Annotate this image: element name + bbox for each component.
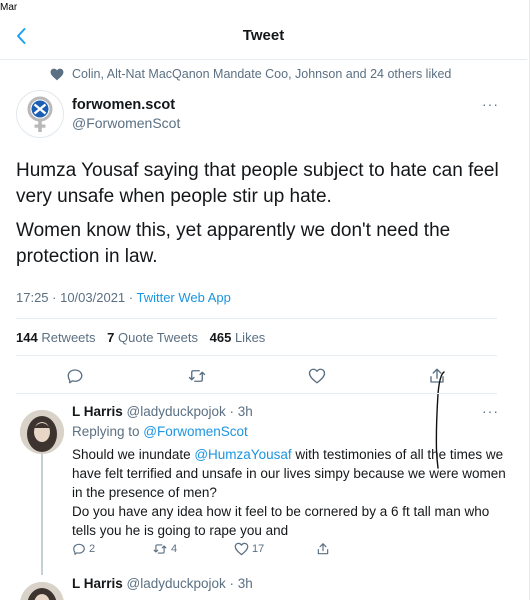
reply-header[interactable]: L Harris @ladyduckpojok · 3h (72, 404, 253, 419)
tweet-text-paragraph-1: Humza Yousaf saying that people subject … (16, 160, 499, 207)
reply-reply-button[interactable]: 2 (72, 541, 95, 557)
user-photo-icon (20, 582, 64, 600)
likes-count: 465 (209, 330, 232, 345)
mention-link[interactable]: @HumzaYousaf (194, 447, 291, 462)
user-photo-icon (20, 410, 64, 454)
retweets-count: 144 (16, 330, 38, 345)
status-bar-time: Mar (0, 2, 18, 13)
reply-handle-time: @ladyduckpojok · 3h (126, 404, 253, 419)
retweets-stat[interactable]: 144 Retweets (16, 330, 96, 345)
reply-like-button[interactable]: 17 (234, 541, 264, 557)
tweet-meta: 17:25 · 10/03/2021 · Twitter Web App (16, 290, 231, 305)
heart-icon (308, 368, 326, 384)
divider (16, 355, 497, 356)
retweets-label: Retweets (41, 330, 96, 345)
divider (16, 393, 497, 394)
replying-to-handle[interactable]: @ForwomenScot (143, 424, 248, 439)
reply-icon (73, 543, 85, 555)
avatar[interactable] (20, 410, 64, 454)
tweet-stats: 144 Retweets 7 Quote Tweets 465 Likes (16, 330, 273, 345)
reply-share-button[interactable] (316, 541, 333, 557)
page-title: Tweet (242, 27, 285, 44)
forwomen-logo-icon (27, 96, 53, 132)
retweet-icon (153, 544, 167, 554)
heart-icon (234, 542, 249, 556)
reply-header[interactable]: L Harris @ladyduckpojok · 3h (72, 576, 253, 591)
liked-by-text: Colin, Alt-Nat MacQanon Mandate Coo, Joh… (72, 67, 452, 81)
reply-button[interactable] (66, 367, 84, 385)
like-count: 17 (252, 543, 265, 555)
replying-to: Replying to @ForwomenScot (72, 424, 248, 439)
like-button[interactable] (308, 367, 326, 385)
reply-author-name: L Harris (72, 404, 123, 419)
reply-text-part-1: Should we inundate (72, 447, 195, 462)
reply-retweet-button[interactable]: 4 (152, 541, 177, 557)
quotes-count: 7 (107, 330, 115, 345)
reply-count: 2 (89, 543, 96, 555)
author-handle[interactable]: @ForwomenScot (72, 115, 180, 131)
retweet-button[interactable] (188, 367, 206, 385)
reply-text-part-3: Do you have any idea how it feel to be c… (72, 504, 490, 538)
divider (16, 318, 497, 319)
header-divider (0, 59, 527, 60)
thread-connector-line (41, 453, 43, 575)
tweet-text-paragraph-2: Women know this, yet apparently we don't… (16, 220, 451, 267)
reply-author-name: L Harris (72, 576, 123, 591)
likes-label: Likes (234, 330, 266, 345)
replying-to-label: Replying to (72, 424, 144, 439)
retweet-count: 4 (171, 543, 178, 555)
more-options-button[interactable]: ··· (482, 403, 499, 419)
retweet-icon (188, 370, 206, 382)
more-options-button[interactable]: ··· (482, 96, 499, 112)
quote-tweets-stat[interactable]: 7 Quote Tweets (107, 330, 198, 345)
avatar[interactable] (20, 582, 64, 600)
heart-filled-icon (50, 68, 64, 80)
reply-text: Should we inundate @HumzaYousaf with tes… (72, 445, 512, 540)
author-name[interactable]: forwomen.scot (72, 97, 175, 113)
top-bar: Tweet (0, 18, 527, 54)
share-icon (317, 543, 329, 555)
quotes-label: Quote Tweets (118, 330, 198, 345)
reply-handle-time: @ladyduckpojok · 3h (126, 576, 253, 591)
likes-stat[interactable]: 465 Likes (210, 330, 266, 345)
social-context[interactable]: Colin, Alt-Nat MacQanon Mandate Coo, Joh… (50, 66, 451, 82)
avatar[interactable] (16, 90, 64, 138)
tweet-source-link[interactable]: Twitter Web App (136, 290, 230, 305)
reply-icon (67, 369, 83, 384)
tweet-timestamp[interactable]: 17:25 · 10/03/2021 · (16, 290, 136, 305)
